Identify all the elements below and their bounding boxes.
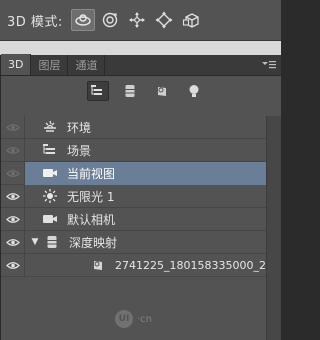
mesh-icon — [43, 234, 61, 250]
visibility-toggle[interactable] — [1, 230, 25, 254]
camera-icon — [41, 211, 59, 227]
eye-icon — [5, 123, 20, 131]
drag-3d-icon — [128, 12, 145, 28]
layer-row-environment[interactable]: 环境 — [1, 115, 267, 139]
rotate-3d-button[interactable] — [70, 9, 95, 31]
layer-label: 环境 — [67, 120, 92, 135]
roll-3d-icon — [102, 12, 117, 28]
visibility-toggle[interactable] — [1, 161, 25, 185]
layer-row-current-view[interactable]: 当前视图 — [1, 161, 267, 185]
watermark-logo: UI — [115, 310, 133, 328]
layer-label: 当前视图 — [67, 166, 116, 181]
visibility-toggle[interactable] — [1, 138, 25, 162]
roll-3d-button[interactable] — [98, 9, 122, 31]
visibility-toggle[interactable] — [1, 115, 25, 139]
eye-icon — [5, 192, 20, 200]
background-strip — [0, 41, 281, 55]
mesh-filter-button[interactable] — [119, 81, 141, 101]
slide-3d-button[interactable] — [152, 9, 176, 31]
scrollbar[interactable] — [266, 116, 281, 340]
layer-row-scene[interactable]: 场景 — [1, 138, 267, 162]
scale-3d-icon — [182, 13, 199, 28]
eye-icon — [5, 169, 20, 177]
visibility-toggle[interactable] — [1, 207, 25, 231]
material-icon — [89, 257, 107, 273]
layer-row-default-camera[interactable]: 默认相机 — [1, 207, 267, 231]
panel-tab-bar: 3D 图层 通道 — [1, 54, 281, 76]
layer-label: 无限光 1 — [67, 189, 115, 204]
infinite-light-icon — [41, 188, 59, 204]
3d-panel: 3D 图层 通道 环境 场景 当前视图 无限光 1 默认相机 ▼ 深度映射 27… — [0, 54, 281, 340]
filter-bar — [1, 76, 281, 106]
light-filter-button[interactable] — [183, 81, 205, 101]
scene-filter-icon — [91, 85, 102, 95]
rotate-3d-icon — [75, 14, 91, 26]
eye-icon — [5, 238, 20, 246]
visibility-toggle[interactable] — [1, 253, 25, 277]
panel-menu-icon[interactable] — [261, 59, 277, 71]
eye-icon — [5, 215, 20, 223]
tab-channels[interactable]: 通道 — [68, 55, 106, 75]
scale-3d-button[interactable] — [179, 9, 203, 31]
options-bar: 3D 模式: — [0, 0, 281, 41]
scene-icon — [41, 142, 59, 158]
visibility-toggle[interactable] — [1, 184, 25, 208]
drag-3d-button[interactable] — [125, 9, 149, 31]
light-filter-icon — [189, 85, 199, 97]
layer-row-infinite-light[interactable]: 无限光 1 — [1, 184, 267, 208]
watermark: UI ·cn — [115, 310, 152, 328]
layer-label: 默认相机 — [67, 212, 116, 227]
layer-label: 场景 — [67, 143, 92, 158]
camera-icon — [41, 165, 59, 181]
scene-filter-button[interactable] — [87, 81, 109, 101]
layer-row-material[interactable]: 2741225_180158335000_2 ... — [1, 253, 280, 277]
mesh-filter-icon — [125, 85, 135, 97]
material-filter-icon — [158, 87, 166, 96]
layer-row-depth-map[interactable]: ▼ 深度映射 — [1, 230, 267, 254]
material-filter-button[interactable] — [151, 81, 173, 101]
environment-icon — [41, 119, 59, 135]
eye-icon — [5, 261, 20, 269]
eye-icon — [5, 146, 20, 154]
slide-3d-icon — [155, 11, 173, 29]
tab-3d[interactable]: 3D — [1, 54, 32, 75]
layer-label: 深度映射 — [69, 235, 118, 250]
mode-label: 3D 模式: — [7, 14, 63, 30]
watermark-text: ·cn — [137, 313, 153, 325]
layer-label: 2741225_180158335000_2 ... — [115, 258, 280, 272]
layer-list: 环境 场景 当前视图 无限光 1 默认相机 ▼ 深度映射 2741225_180… — [1, 115, 280, 277]
tab-layers[interactable]: 图层 — [31, 55, 69, 75]
expand-caret-icon[interactable]: ▼ — [29, 237, 41, 247]
